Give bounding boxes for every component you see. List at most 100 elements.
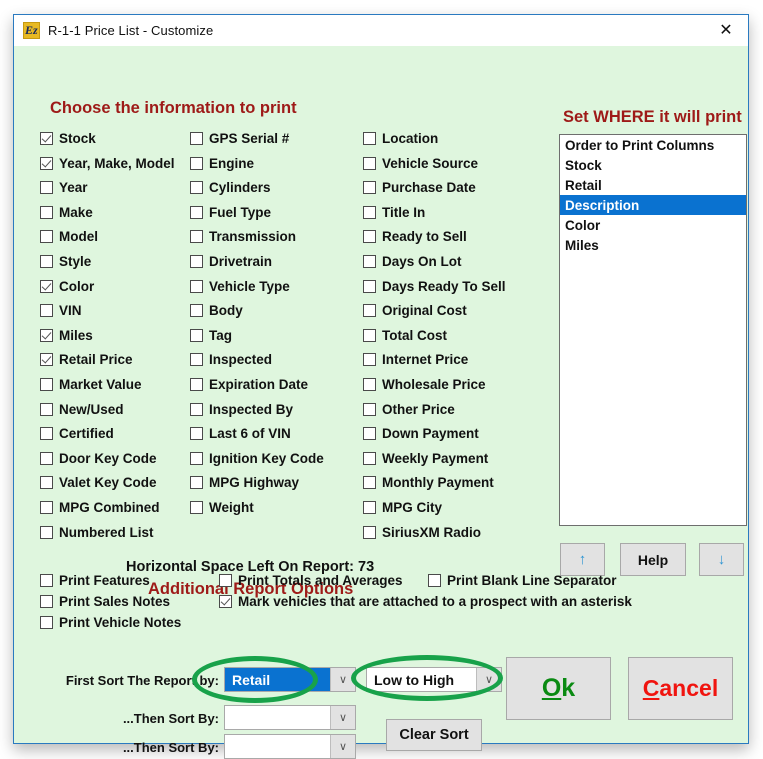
checkbox-unchecked-icon[interactable] — [363, 353, 376, 367]
checkbox-unchecked-icon[interactable] — [363, 476, 376, 490]
checkbox-transmission[interactable]: Transmission — [190, 229, 296, 244]
checkbox-unchecked-icon[interactable] — [363, 156, 376, 170]
checkbox-checked-icon[interactable] — [40, 156, 53, 170]
checkbox-mpg-city[interactable]: MPG City — [363, 500, 442, 515]
checkbox-print-sales-notes[interactable]: Print Sales Notes — [40, 594, 170, 609]
checkbox-siriusxm-radio[interactable]: SiriusXM Radio — [363, 525, 481, 540]
checkbox-unchecked-icon[interactable] — [190, 476, 203, 490]
checkbox-total-cost[interactable]: Total Cost — [363, 328, 447, 343]
checkbox-model[interactable]: Model — [40, 229, 98, 244]
close-icon[interactable]: ✕ — [704, 15, 748, 45]
checkbox-other-price[interactable]: Other Price — [363, 402, 455, 417]
checkbox-unchecked-icon[interactable] — [190, 255, 203, 268]
checkbox-unchecked-icon[interactable] — [363, 181, 376, 195]
checkbox-unchecked-icon[interactable] — [363, 304, 376, 318]
checkbox-days-ready-to-sell[interactable]: Days Ready To Sell — [363, 279, 506, 294]
checkbox-last-6-of-vin[interactable]: Last 6 of VIN — [190, 426, 291, 441]
list-item[interactable]: Stock — [560, 155, 746, 175]
checkbox-mpg-combined[interactable]: MPG Combined — [40, 500, 160, 515]
checkbox-unchecked-icon[interactable] — [40, 525, 53, 539]
checkbox-unchecked-icon[interactable] — [190, 132, 203, 145]
checkbox-miles[interactable]: Miles — [40, 328, 93, 343]
checkbox-unchecked-icon[interactable] — [363, 255, 376, 268]
checkbox-unchecked-icon[interactable] — [363, 427, 376, 441]
checkbox-body[interactable]: Body — [190, 303, 243, 318]
checkbox-unchecked-icon[interactable] — [40, 230, 53, 244]
checkbox-mpg-highway[interactable]: MPG Highway — [190, 475, 299, 490]
checkbox-cylinders[interactable]: Cylinders — [190, 180, 271, 195]
checkbox-unchecked-icon[interactable] — [363, 402, 376, 416]
checkbox-unchecked-icon[interactable] — [363, 378, 376, 391]
order-to-print-listbox[interactable]: Order to Print Columns Stock Retail Descrip… — [559, 134, 747, 526]
clear-sort-button[interactable]: Clear Sort — [386, 719, 482, 751]
checkbox-certified[interactable]: Certified — [40, 426, 114, 441]
checkbox-weekly-payment[interactable]: Weekly Payment — [363, 451, 488, 466]
checkbox-unchecked-icon[interactable] — [190, 304, 203, 318]
checkbox-drivetrain[interactable]: Drivetrain — [190, 254, 272, 269]
checkbox-vehicle-source[interactable]: Vehicle Source — [363, 156, 478, 171]
checkbox-unchecked-icon[interactable] — [40, 378, 53, 391]
checkbox-unchecked-icon[interactable] — [190, 181, 203, 195]
checkbox-door-key-code[interactable]: Door Key Code — [40, 451, 157, 466]
checkbox-unchecked-icon[interactable] — [190, 205, 203, 219]
checkbox-unchecked-icon[interactable] — [363, 205, 376, 219]
list-item[interactable]: Description — [560, 195, 746, 215]
checkbox-make[interactable]: Make — [40, 205, 93, 220]
checkbox-monthly-payment[interactable]: Monthly Payment — [363, 475, 494, 490]
checkbox-gps-serial[interactable]: GPS Serial # — [190, 131, 289, 146]
checkbox-internet-price[interactable]: Internet Price — [363, 352, 468, 367]
checkbox-unchecked-icon[interactable] — [363, 451, 376, 465]
checkbox-engine[interactable]: Engine — [190, 156, 254, 171]
checkbox-checked-icon[interactable] — [219, 595, 232, 608]
ok-button[interactable]: Ok — [506, 657, 611, 720]
checkbox-mark-vehicles-that-are-attached-to-a-pro[interactable]: Mark vehicles that are attached to a pro… — [219, 594, 632, 609]
checkbox-days-on-lot[interactable]: Days On Lot — [363, 254, 462, 269]
checkbox-unchecked-icon[interactable] — [190, 230, 203, 244]
then-sort-combo-1[interactable]: ∨ — [224, 705, 356, 730]
checkbox-unchecked-icon[interactable] — [40, 402, 53, 416]
checkbox-unchecked-icon[interactable] — [363, 230, 376, 244]
checkbox-unchecked-icon[interactable] — [40, 255, 53, 268]
checkbox-inspected[interactable]: Inspected — [190, 352, 272, 367]
checkbox-unchecked-icon[interactable] — [190, 328, 203, 342]
help-button[interactable]: Help — [620, 543, 686, 576]
checkbox-unchecked-icon[interactable] — [190, 402, 203, 416]
checkbox-expiration-date[interactable]: Expiration Date — [190, 377, 308, 392]
checkbox-purchase-date[interactable]: Purchase Date — [363, 180, 476, 195]
checkbox-color[interactable]: Color — [40, 279, 94, 294]
move-down-button[interactable]: ↓ — [699, 543, 744, 576]
checkbox-unchecked-icon[interactable] — [190, 279, 203, 293]
checkbox-inspected-by[interactable]: Inspected By — [190, 402, 293, 417]
checkbox-unchecked-icon[interactable] — [363, 328, 376, 342]
checkbox-ready-to-sell[interactable]: Ready to Sell — [363, 229, 467, 244]
checkbox-unchecked-icon[interactable] — [363, 525, 376, 539]
list-item[interactable]: Miles — [560, 235, 746, 255]
checkbox-tag[interactable]: Tag — [190, 328, 232, 343]
checkbox-down-payment[interactable]: Down Payment — [363, 426, 479, 441]
checkbox-market-value[interactable]: Market Value — [40, 377, 142, 392]
checkbox-unchecked-icon[interactable] — [190, 451, 203, 465]
checkbox-checked-icon[interactable] — [40, 132, 53, 145]
checkbox-checked-icon[interactable] — [40, 328, 53, 342]
checkbox-fuel-type[interactable]: Fuel Type — [190, 205, 271, 220]
checkbox-unchecked-icon[interactable] — [40, 427, 53, 441]
first-sort-combo[interactable]: Retail ∨ — [224, 667, 356, 692]
checkbox-weight[interactable]: Weight — [190, 500, 254, 515]
checkbox-unchecked-icon[interactable] — [190, 156, 203, 170]
checkbox-unchecked-icon[interactable] — [40, 574, 53, 587]
checkbox-valet-key-code[interactable]: Valet Key Code — [40, 475, 157, 490]
then-sort-combo-2[interactable]: ∨ — [224, 734, 356, 759]
checkbox-unchecked-icon[interactable] — [190, 427, 203, 441]
checkbox-title-in[interactable]: Title In — [363, 205, 425, 220]
checkbox-retail-price[interactable]: Retail Price — [40, 352, 133, 367]
checkbox-print-features[interactable]: Print Features — [40, 573, 150, 588]
checkbox-unchecked-icon[interactable] — [190, 501, 203, 514]
checkbox-numbered-list[interactable]: Numbered List — [40, 525, 154, 540]
checkbox-checked-icon[interactable] — [40, 279, 53, 293]
checkbox-unchecked-icon[interactable] — [363, 279, 376, 293]
checkbox-unchecked-icon[interactable] — [40, 181, 53, 195]
checkbox-unchecked-icon[interactable] — [190, 378, 203, 391]
checkbox-print-blank-line-separator[interactable]: Print Blank Line Separator — [428, 573, 617, 588]
checkbox-ignition-key-code[interactable]: Ignition Key Code — [190, 451, 324, 466]
list-item[interactable]: Color — [560, 215, 746, 235]
